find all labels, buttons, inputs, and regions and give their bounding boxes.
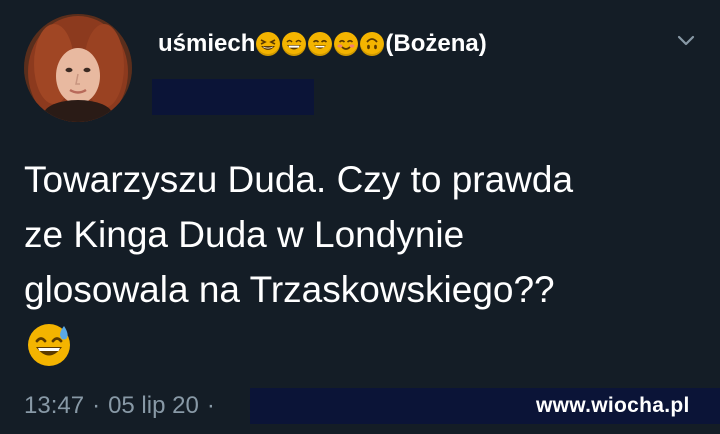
watermark: www.wiocha.pl [536,394,690,417]
avatar-photo [24,14,132,122]
tweet-text-line: Towarzyszu Duda. Czy to prawda [24,159,574,200]
meta-separator: · [92,392,101,419]
tweet-text-line: ze Kinga Duda w Londynie [24,214,465,255]
tweet-meta: 13:47 · 05 lip 20 · [24,386,223,426]
tweet-time[interactable]: 13:47 [24,392,84,420]
avatar[interactable] [24,14,132,122]
tweet-text-line: glosowala na Trzaskowskiego?? [24,269,555,310]
meta-separator: · [206,392,215,419]
tweet-text: Towarzyszu Duda. Czy to prawda ze Kinga … [24,152,704,317]
grinning-face-with-sweat-icon [26,320,74,368]
tweet-card: uśmiech (Bożena) Towarzyszu Duda. Czy to… [0,0,720,434]
beaming-face-icon [282,32,307,56]
tweet-date[interactable]: 05 lip 20 [108,392,199,420]
grinning-face-icon [308,32,333,56]
upside-down-face-icon [360,32,385,56]
author-display-name[interactable]: uśmiech (Bożena) [158,30,487,58]
handle-redaction [152,79,314,115]
grinning-squinting-face-icon [256,32,281,56]
chevron-down-icon[interactable] [676,34,696,48]
smiling-blushing-face-icon [334,32,359,56]
author-name-prefix: uśmiech [158,30,256,57]
author-name-suffix: (Bożena) [385,30,487,57]
author-emoji-group [256,32,385,56]
